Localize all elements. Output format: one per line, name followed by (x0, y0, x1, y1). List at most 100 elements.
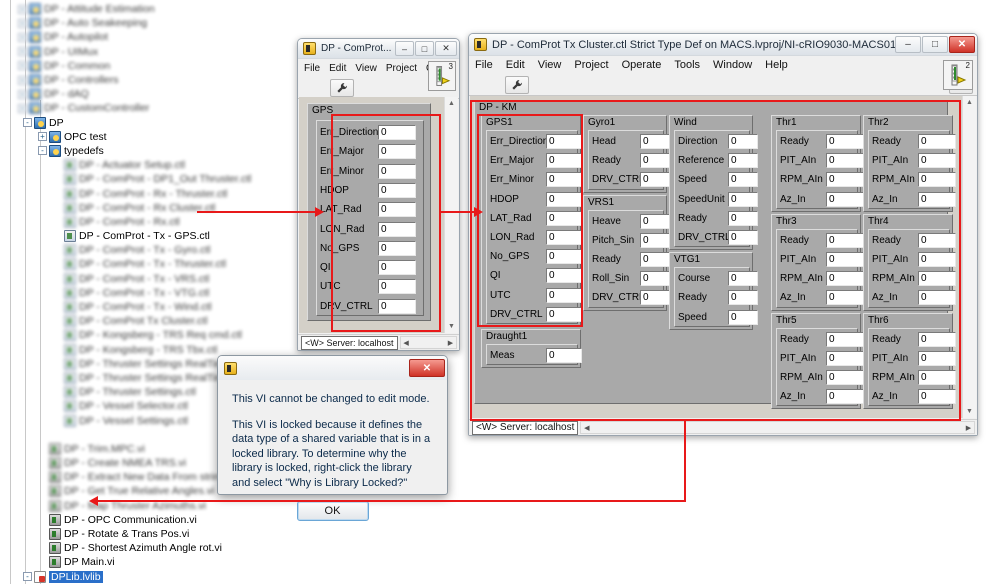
tree-item[interactable]: - typedefs (0, 144, 300, 158)
expander-icon[interactable]: + (18, 4, 27, 14)
close-button[interactable]: ✕ (435, 41, 457, 56)
tree-item[interactable]: DP - Rotate & Trans Pos.vi (0, 527, 300, 541)
tree-item-label: DP - Vessel Settings.ctl (79, 414, 188, 427)
main-window-titlebar[interactable]: DP - ComProt Tx Cluster.ctl Strict Type … (469, 34, 977, 56)
scroll-left-icon[interactable]: ◀ (401, 337, 412, 348)
control-icon (64, 215, 76, 228)
tree-item[interactable]: + DP - Common (0, 59, 300, 73)
expander-icon[interactable]: + (18, 89, 27, 99)
expander-icon[interactable]: - (38, 146, 47, 156)
dialog-titlebar[interactable]: ✕ (218, 356, 447, 380)
tree-item[interactable]: + OPC test (0, 130, 300, 144)
dialog-line-1: This VI cannot be changed to edit mode. (232, 393, 430, 405)
expander-icon[interactable]: + (18, 75, 27, 85)
connector-pane-icon[interactable]: 2 (943, 60, 973, 90)
tree-item[interactable]: + DP - CustomController (0, 101, 300, 115)
menu-item-project[interactable]: Project (574, 59, 608, 71)
tree-item[interactable]: DP - ComProt - Rx.ctl (0, 215, 300, 229)
scroll-down-icon[interactable]: ▼ (963, 405, 976, 418)
maximize-button[interactable]: □ (922, 36, 948, 53)
expander-icon[interactable]: + (18, 47, 27, 57)
scroll-up-icon[interactable]: ▲ (963, 96, 976, 109)
tree-item[interactable]: + DP - dAQ (0, 87, 300, 101)
vi-locked-dialog[interactable]: ✕ This VI cannot be changed to edit mode… (217, 355, 448, 521)
tree-item[interactable]: DP - Actuator Setup.ctl (0, 158, 300, 172)
tree-item-label: DP - Vessel Selector.ctl (79, 400, 188, 413)
scroll-up-icon[interactable]: ▲ (445, 97, 458, 110)
tree-item-label: DP - Trim.MPC.vi (64, 442, 145, 455)
minimize-button[interactable]: – (395, 41, 414, 56)
expander-icon[interactable]: - (23, 572, 32, 582)
close-button[interactable]: ✕ (949, 36, 975, 53)
tree-item[interactable]: + DP - Autopilot (0, 30, 300, 44)
scroll-right-icon[interactable]: ▶ (445, 337, 456, 348)
menu-item-view[interactable]: View (355, 63, 377, 74)
project-icon (29, 74, 41, 87)
gps-status-text: <W> Server: localhost (301, 335, 398, 350)
main-window-menubar[interactable]: File Edit View Project Operate Tools Window Hel… (469, 56, 977, 74)
menu-item-help[interactable]: Help (765, 59, 788, 71)
menu-item-file[interactable]: File (475, 59, 493, 71)
menu-item-operate[interactable]: Operate (622, 59, 662, 71)
gps-window-titlebar[interactable]: DP - ComProt... – □ ✕ (298, 39, 459, 59)
tree-item[interactable]: DP Main.vi (0, 555, 300, 569)
wrench-icon[interactable] (330, 78, 354, 97)
tree-item[interactable]: DP - ComProt - Rx - Thruster.ctl (0, 186, 300, 200)
menu-item-tools[interactable]: Tools (674, 59, 700, 71)
menu-item-file[interactable]: File (304, 63, 320, 74)
tree-item[interactable]: DP - ComProt - Tx - VTG.ctl (0, 286, 300, 300)
tree-item[interactable]: DP - ComProt Tx Cluster.ctl (0, 314, 300, 328)
project-icon (29, 102, 41, 115)
expander-icon[interactable]: + (18, 61, 27, 71)
project-icon (29, 31, 41, 44)
expander-icon[interactable]: + (18, 32, 27, 42)
menu-item-project[interactable]: Project (386, 63, 417, 74)
minimize-button[interactable]: – (895, 36, 921, 53)
tree-item[interactable]: + DP - Controllers (0, 73, 300, 87)
maximize-button[interactable]: □ (415, 41, 434, 56)
tree-item[interactable]: DP - ComProt - Tx - VRS.ctl (0, 272, 300, 286)
dialog-ok-button[interactable]: OK (296, 501, 369, 521)
menu-item-view[interactable]: View (538, 59, 562, 71)
tree-item[interactable]: DP - OPC Communication.vi (0, 513, 300, 527)
main-window-buttons[interactable]: – □ ✕ (895, 36, 975, 53)
tree-item-label: DP - ComProt - DP1_Out Thruster.ctl (79, 173, 252, 186)
connector-pane-number: 2 (965, 61, 970, 70)
gps-window-buttons[interactable]: – □ ✕ (395, 41, 457, 56)
gps-vertical-scrollbar[interactable]: ▲ ▼ (444, 97, 458, 333)
scroll-left-icon[interactable]: ◀ (581, 422, 592, 433)
expander-placeholder (38, 501, 47, 510)
main-window-toolbar[interactable]: ? (469, 74, 977, 96)
expander-icon[interactable]: + (18, 103, 27, 113)
scroll-down-icon[interactable]: ▼ (445, 320, 458, 333)
expander-icon[interactable]: - (23, 118, 32, 128)
expander-icon[interactable]: + (18, 18, 27, 28)
tree-item[interactable]: + DP - Attitude Estimation (0, 2, 300, 16)
tree-item[interactable]: DP - ComProt - Tx - Gyro.ctl (0, 243, 300, 257)
tree-item[interactable]: DP - ComProt - Tx - Wind.ctl (0, 300, 300, 314)
tree-item[interactable]: DP - Shortest Azimuth Angle rot.vi (0, 541, 300, 555)
project-icon (29, 88, 41, 101)
tree-item[interactable]: + DP - UIMux (0, 45, 300, 59)
tree-item-selected[interactable]: - DPLib.lvlib (0, 570, 300, 584)
tree-item[interactable]: DP - Kongsberg - TRS Req cmd.ctl (0, 328, 300, 342)
gps-horizontal-scrollbar[interactable]: ◀ ▶ (399, 336, 457, 349)
tree-item[interactable]: + DP - Auto Seakeeping (0, 16, 300, 30)
control-icon (64, 400, 76, 413)
connector-pane-icon[interactable]: 3 (428, 61, 456, 91)
dialog-close-button[interactable]: ✕ (409, 359, 445, 377)
gps-window-statusbar: <W> Server: localhost ◀ ▶ (298, 334, 459, 350)
main-horizontal-scrollbar[interactable]: ◀ ▶ (580, 421, 975, 434)
tree-item[interactable]: - DP (0, 116, 300, 130)
project-explorer-tree[interactable]: + DP - Attitude Estimation + DP - Auto Seak… (0, 0, 300, 584)
menu-item-window[interactable]: Window (713, 59, 752, 71)
tree-item[interactable]: DP - ComProt - Tx - GPS.ctl (0, 229, 300, 243)
main-vertical-scrollbar[interactable]: ▲ ▼ (962, 96, 976, 418)
expander-icon[interactable]: + (38, 132, 47, 142)
wrench-icon[interactable] (505, 75, 529, 94)
menu-item-edit[interactable]: Edit (506, 59, 525, 71)
tree-item[interactable]: DP - ComProt - Tx - Thruster.ctl (0, 257, 300, 271)
tree-item[interactable]: DP - ComProt - DP1_Out Thruster.ctl (0, 172, 300, 186)
menu-item-edit[interactable]: Edit (329, 63, 346, 74)
scroll-right-icon[interactable]: ▶ (963, 422, 974, 433)
